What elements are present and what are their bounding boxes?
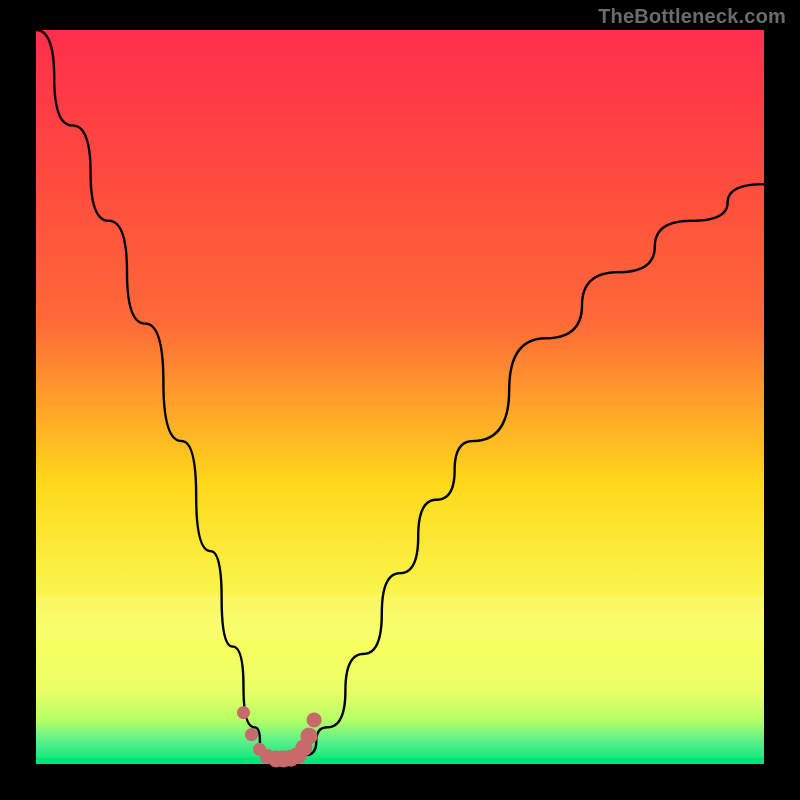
pale-band: [36, 595, 764, 639]
bottleneck-plot: [0, 0, 800, 800]
highlight-marker: [237, 707, 249, 719]
highlight-marker: [245, 729, 257, 741]
plot-background: [36, 30, 764, 764]
highlight-marker: [307, 713, 321, 727]
highlight-marker: [301, 728, 317, 744]
bottom-green-strip: [36, 758, 764, 764]
chart-stage: TheBottleneck.com: [0, 0, 800, 800]
